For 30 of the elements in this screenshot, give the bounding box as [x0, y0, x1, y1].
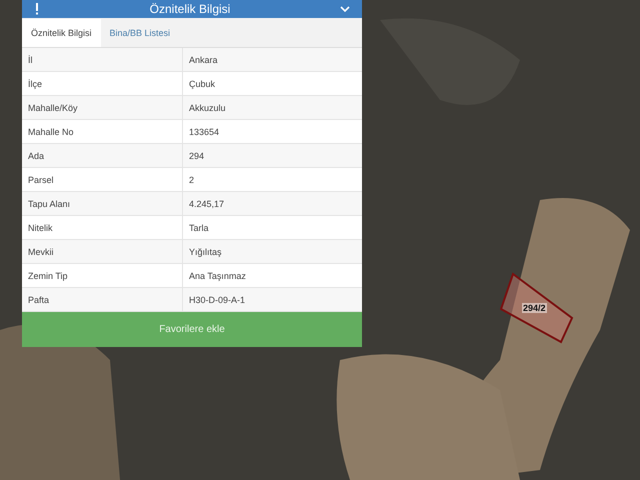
attribute-label: Tapu Alanı	[27, 198, 72, 211]
attribute-label: Mahalle No	[27, 126, 75, 138]
parcel-label: 294/2	[522, 303, 547, 313]
attribute-value: Akkuzulu	[182, 96, 362, 119]
attribute-label: İlçe	[27, 78, 44, 91]
attribute-label: Nitelik	[27, 222, 54, 234]
info-icon[interactable]	[34, 3, 40, 15]
attribute-label: Zemin Tip	[27, 270, 69, 283]
attribute-value: 133654	[182, 120, 362, 143]
attribute-value: 294	[182, 144, 362, 167]
attribute-value: H30-D-09-A-1	[182, 288, 362, 311]
add-favorite-button[interactable]: Favorilere ekle	[22, 312, 362, 347]
attribute-label: Mahalle/Köy	[27, 102, 79, 115]
attribute-label: Mevkii	[27, 246, 55, 258]
tab[interactable]: Bina/BB Listesi	[100, 19, 180, 47]
attribute-value: 2	[182, 168, 362, 191]
attribute-label: Ada	[27, 150, 46, 162]
chevron-icon[interactable]	[340, 6, 350, 12]
attribute-value: Çubuk	[182, 72, 362, 95]
tab[interactable]: Öznitelik Bilgisi	[22, 19, 101, 47]
attribute-label: Pafta	[27, 294, 50, 306]
attribute-value: Ankara	[182, 48, 362, 71]
attribute-value: 4.245,17	[182, 192, 362, 215]
attribute-value: Ana Taşınmaz	[182, 264, 362, 287]
attribute-label: İl	[27, 54, 34, 66]
attribute-value: Yığılıtaş	[182, 240, 362, 263]
parcel-outline[interactable]	[500, 272, 574, 344]
attribute-label: Parsel	[27, 174, 55, 186]
attribute-value: Tarla	[182, 216, 362, 239]
panel-title: Öznitelik Bilgisi	[150, 2, 230, 16]
